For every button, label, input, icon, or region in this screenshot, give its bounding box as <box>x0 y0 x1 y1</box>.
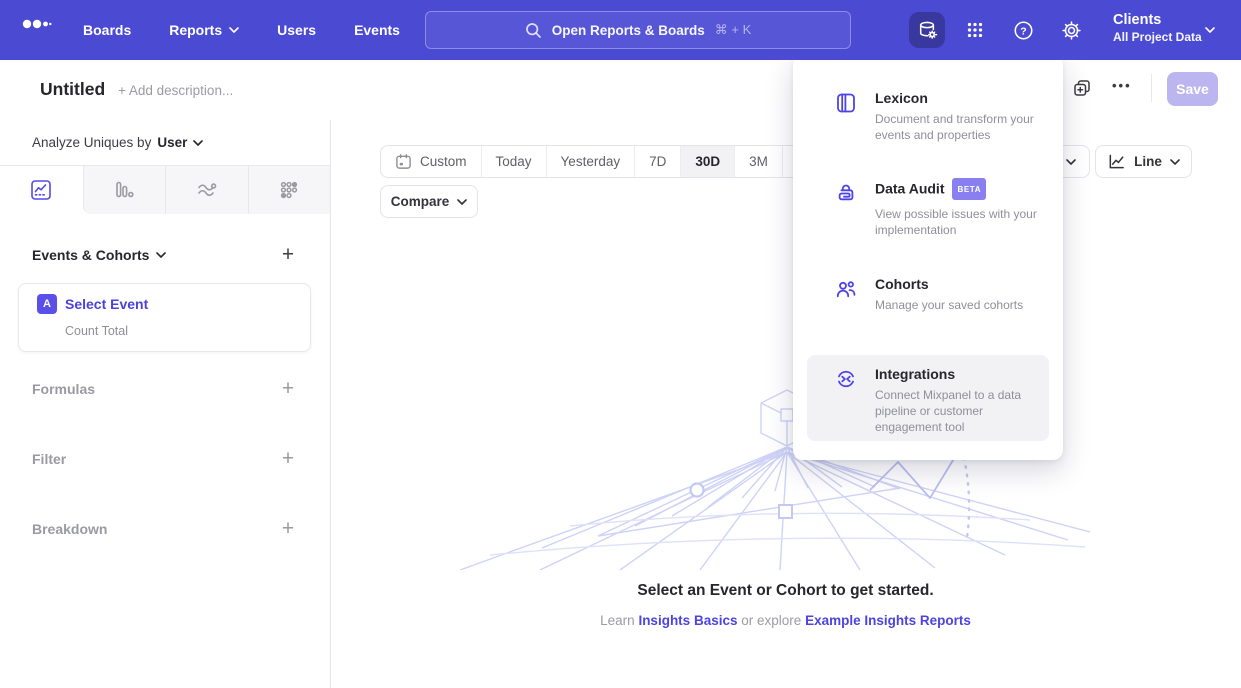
menu-item-description: Connect Mixpanel to a data pipeline or c… <box>875 387 1043 435</box>
insights-basics-link[interactable]: Insights Basics <box>638 613 737 628</box>
top-navbar: Boards Reports Users Events Open Reports… <box>0 0 1241 60</box>
date-range-30d[interactable]: 30D <box>680 146 734 177</box>
calendar-icon <box>395 153 412 170</box>
tab-bar-chart[interactable] <box>83 166 166 214</box>
sidebar-divider <box>330 120 331 688</box>
date-range-yesterday[interactable]: Yesterday <box>546 146 635 177</box>
middle-text: or explore <box>741 613 801 628</box>
chevron-down-icon <box>457 199 467 205</box>
analyze-label: Analyze Uniques by <box>32 135 151 150</box>
cohorts-people-icon <box>834 277 858 301</box>
chevron-down-icon <box>1170 159 1180 165</box>
beta-badge: BETA <box>952 178 986 200</box>
chevron-down-icon <box>229 27 239 33</box>
chevron-down-icon <box>193 140 203 146</box>
account-scope: All Project Data <box>1113 29 1202 45</box>
help-button[interactable]: ? <box>1005 12 1041 48</box>
settings-button[interactable] <box>1053 12 1089 48</box>
save-button[interactable]: Save <box>1167 72 1218 106</box>
account-name: Clients <box>1113 11 1202 29</box>
tab-metric-grid[interactable] <box>248 166 331 214</box>
breakdown-section-label: Breakdown <box>32 521 107 537</box>
event-aggregation[interactable]: Count Total <box>65 324 128 338</box>
add-formula-button[interactable]: + <box>278 379 298 399</box>
nav-users[interactable]: Users <box>277 22 316 38</box>
menu-item-title: Data AuditBETA <box>875 180 1063 202</box>
project-switcher[interactable]: Clients All Project Data <box>1113 11 1202 45</box>
flow-chart-icon <box>195 178 219 202</box>
menu-item-integrations[interactable]: Integrations Connect Mixpanel to a data … <box>807 355 1049 441</box>
date-range-control: Custom Today Yesterday 7D 30D 3M 6M <box>380 145 831 178</box>
search-placeholder: Open Reports & Boards <box>552 23 705 38</box>
event-card[interactable]: A Select Event Count Total <box>18 283 311 352</box>
lexicon-book-icon <box>834 91 858 115</box>
chevron-down-icon <box>156 252 166 258</box>
settings-gear-icon <box>1060 19 1083 42</box>
formulas-section-label: Formulas <box>32 381 95 397</box>
tab-line-chart[interactable] <box>0 166 83 214</box>
search-icon <box>525 22 542 39</box>
menu-item-data-audit[interactable]: Data AuditBETA View possible issues with… <box>807 169 1049 249</box>
select-event-link[interactable]: Select Event <box>65 296 148 312</box>
search-input[interactable]: Open Reports & Boards ⌘ + K <box>425 11 851 49</box>
tab-flow-chart[interactable] <box>165 166 248 214</box>
compare-dropdown[interactable]: Compare <box>380 185 478 218</box>
data-management-icon <box>916 19 939 42</box>
chart-type-dropdown[interactable]: Line <box>1095 145 1192 178</box>
data-audit-icon <box>834 181 858 205</box>
date-range-7d[interactable]: 7D <box>634 146 680 177</box>
event-letter-badge: A <box>37 294 57 314</box>
analyze-uniques-row: Analyze Uniques by User <box>32 135 203 150</box>
add-event-button[interactable]: + <box>278 245 298 265</box>
date-range-3m[interactable]: 3M <box>734 146 782 177</box>
add-breakdown-button[interactable]: + <box>278 519 298 539</box>
visualization-tabs <box>0 165 330 213</box>
menu-item-title: Integrations <box>875 366 1043 383</box>
menu-item-lexicon[interactable]: Lexicon Document and transform your even… <box>807 79 1049 154</box>
add-description-field[interactable]: + Add description... <box>118 83 233 98</box>
nav-boards[interactable]: Boards <box>83 22 131 38</box>
more-options-button[interactable]: ••• <box>1112 78 1138 93</box>
learn-prefix: Learn <box>600 613 635 628</box>
menu-item-description: Document and transform your events and p… <box>875 111 1037 143</box>
integrations-sync-icon <box>834 367 858 391</box>
events-cohorts-header[interactable]: Events & Cohorts <box>32 247 166 263</box>
report-title[interactable]: Untitled <box>40 79 105 100</box>
toolbar-divider <box>1151 74 1152 102</box>
menu-item-description: View possible issues with your implement… <box>875 206 1063 238</box>
svg-text:?: ? <box>1020 25 1026 37</box>
apps-grid-button[interactable] <box>957 12 993 48</box>
data-management-button[interactable] <box>909 12 945 48</box>
add-filter-button[interactable]: + <box>278 449 298 469</box>
chevron-down-icon <box>1066 159 1076 165</box>
date-range-today[interactable]: Today <box>481 146 546 177</box>
nav-events[interactable]: Events <box>354 22 400 38</box>
empty-state-subtext: Learn Insights Basics or explore Example… <box>330 613 1241 628</box>
chevron-down-icon <box>1205 27 1215 33</box>
mixpanel-logo-icon[interactable] <box>22 18 52 30</box>
mixpanel-insights-screen: Boards Reports Users Events Open Reports… <box>0 0 1241 688</box>
apps-grid-icon <box>964 19 986 41</box>
menu-item-title: Lexicon <box>875 90 1037 107</box>
empty-state-heading: Select an Event or Cohort to get started… <box>330 582 1241 600</box>
analyze-value-dropdown[interactable]: User <box>157 135 187 150</box>
duplicate-icon <box>1072 78 1092 98</box>
menu-item-title: Cohorts <box>875 276 1075 293</box>
search-shortcut: ⌘ + K <box>715 22 752 38</box>
date-range-custom[interactable]: Custom <box>381 146 481 177</box>
line-chart-icon <box>29 178 53 202</box>
example-reports-link[interactable]: Example Insights Reports <box>805 613 971 628</box>
line-type-icon <box>1107 152 1126 171</box>
bar-chart-icon <box>112 178 136 202</box>
duplicate-button[interactable] <box>1072 78 1092 98</box>
metric-grid-icon <box>277 178 301 202</box>
data-management-menu: Lexicon Document and transform your even… <box>793 55 1063 460</box>
filter-section-label: Filter <box>32 451 66 467</box>
menu-item-description: Manage your saved cohorts <box>875 297 1075 313</box>
help-icon: ? <box>1012 19 1035 42</box>
primary-nav: Boards Reports Users Events <box>83 0 400 60</box>
menu-item-cohorts[interactable]: Cohorts Manage your saved cohorts <box>807 265 1049 324</box>
nav-reports[interactable]: Reports <box>169 22 239 38</box>
